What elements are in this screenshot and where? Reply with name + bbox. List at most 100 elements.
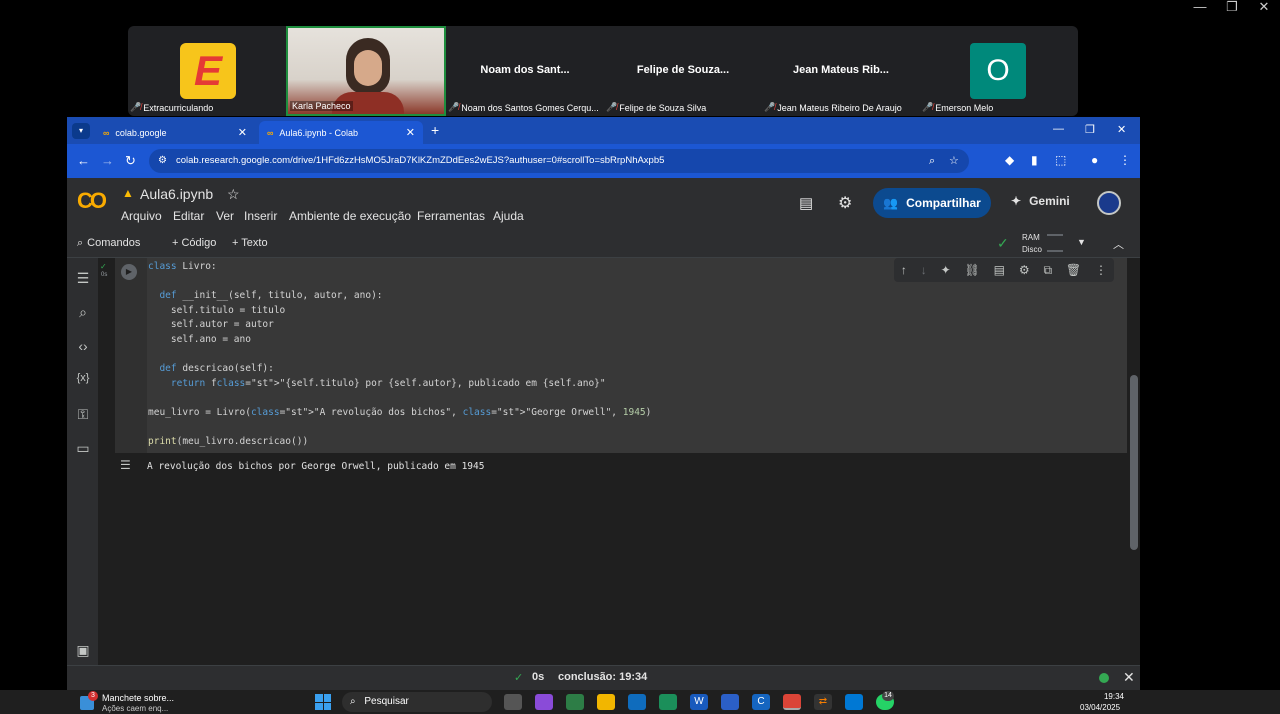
site-info-icon[interactable]: ⚙	[158, 149, 167, 173]
outlook-icon[interactable]	[628, 694, 646, 710]
word-icon[interactable]: W	[690, 694, 708, 710]
new-tab-button[interactable]: +	[431, 122, 439, 138]
delete-icon[interactable]: 🗑	[1066, 263, 1081, 277]
output-toggle-icon[interactable]: ☰	[120, 458, 131, 472]
menu-ajuda[interactable]: Ajuda	[493, 209, 524, 223]
participant-tile-active[interactable]: Karla Pacheco	[286, 26, 446, 116]
tab-colab-google[interactable]: ∞ colab.google ✕	[95, 121, 255, 144]
find-replace-icon[interactable]: ⌕	[74, 304, 92, 321]
terminal-icon[interactable]: ▣	[74, 642, 92, 659]
code-line[interactable]: self.titulo = titulo	[148, 304, 285, 318]
resource-indicator[interactable]: RAM Disco	[1022, 232, 1042, 256]
zoom-icon[interactable]: ⌕	[929, 149, 935, 173]
cell-settings-icon[interactable]: ⚙	[1019, 263, 1030, 277]
file-explorer-icon[interactable]	[597, 694, 615, 710]
mirror-cell-icon[interactable]: ⧉	[1043, 263, 1052, 278]
variables-icon[interactable]: {x}	[74, 372, 92, 384]
notebook-title[interactable]: Aula6.ipynb	[140, 186, 213, 202]
gemini-sparkle-icon[interactable]: ✦	[941, 263, 951, 277]
extension-icon[interactable]: ▮	[1031, 153, 1038, 167]
comments-icon[interactable]: ▤	[799, 194, 813, 212]
bookmark-star-icon[interactable]: ☆	[949, 149, 959, 173]
browser-close-button[interactable]: ✕	[1117, 123, 1126, 136]
code-line[interactable]: def __init__(self, titulo, autor, ano):	[148, 289, 382, 303]
move-down-icon[interactable]: ↓	[921, 263, 927, 277]
extension-icon[interactable]: ◆	[1005, 153, 1014, 167]
copilot-icon[interactable]	[535, 694, 553, 710]
code-editor[interactable]: class Livro: def __init__(self, titulo, …	[148, 258, 1127, 453]
vscode-icon[interactable]	[845, 694, 863, 710]
add-code-button[interactable]: + Código	[172, 237, 216, 249]
store-icon[interactable]	[566, 694, 584, 710]
code-line[interactable]: class Livro:	[148, 260, 217, 274]
outer-restore-button[interactable]: ❐	[1216, 0, 1248, 14]
edge-icon[interactable]	[659, 694, 677, 710]
browser-menu-icon[interactable]: ⋮	[1119, 153, 1131, 167]
files-folder-icon[interactable]: ▭	[74, 440, 92, 457]
menu-ambiente-de-execucao[interactable]: Ambiente de execução	[289, 209, 411, 223]
settings-gear-icon[interactable]: ⚙	[838, 193, 852, 213]
extensions-puzzle-icon[interactable]: ⬚	[1055, 153, 1066, 167]
share-button[interactable]: 👥 Compartilhar	[873, 188, 991, 218]
clock-time[interactable]: 19:34	[1100, 692, 1124, 701]
colab-logo[interactable]: CO	[77, 188, 107, 214]
profile-icon[interactable]: ●	[1091, 153, 1098, 167]
code-line[interactable]: def descricao(self):	[148, 362, 273, 376]
tab-close-icon[interactable]: ✕	[406, 126, 415, 139]
star-icon[interactable]: ☆	[227, 186, 240, 203]
app-icon[interactable]: ⇄	[814, 694, 832, 710]
browser-minimize-button[interactable]: —	[1053, 123, 1064, 135]
menu-ferramentas[interactable]: Ferramentas	[417, 209, 485, 223]
commands-button[interactable]: ⌕ Comandos	[77, 237, 140, 250]
url-input[interactable]: ⚙ colab.research.google.com/drive/1HFd6z…	[149, 149, 969, 173]
code-snippets-icon[interactable]: ‹›	[74, 338, 92, 354]
code-line[interactable]: self.autor = autor	[148, 318, 274, 332]
news-widget[interactable]: 3 Manchete sobre... Ações caem enq...	[80, 691, 180, 713]
more-options-icon[interactable]: ⋮	[1095, 263, 1107, 277]
code-line[interactable]: meu_livro = Livro(class="st">"A revoluçã…	[148, 406, 651, 420]
menu-inserir[interactable]: Inserir	[244, 209, 277, 223]
menu-arquivo[interactable]: Arquivo	[121, 209, 162, 223]
forward-arrow-icon[interactable]: →	[101, 153, 114, 168]
scrollbar[interactable]	[1130, 375, 1138, 550]
runtime-dropdown-icon[interactable]: ▼	[1077, 237, 1086, 247]
app-icon[interactable]	[721, 694, 739, 710]
participant-tile[interactable]: O 🎤̸ Emerson Melo	[920, 26, 1078, 116]
comment-icon[interactable]: ▤	[994, 263, 1005, 277]
tab-close-icon[interactable]: ✕	[238, 126, 247, 139]
secrets-key-icon[interactable]: ⚿	[74, 406, 92, 423]
participant-tile[interactable]: Felipe de Souza... 🎤̸ Felipe de Souza Sil…	[604, 26, 762, 116]
link-icon[interactable]: ⛓	[965, 263, 980, 277]
back-arrow-icon[interactable]: ←	[77, 153, 90, 168]
code-line[interactable]: return fclass="st">"{self.titulo} por {s…	[148, 377, 606, 391]
outer-minimize-button[interactable]: —	[1184, 0, 1216, 14]
menu-editar[interactable]: Editar	[173, 209, 204, 223]
add-text-button[interactable]: + Texto	[232, 237, 268, 249]
participant-tile[interactable]: Noam dos Sant... 🎤̸ Noam dos Santos Gomes…	[446, 26, 604, 116]
code-line[interactable]: print(meu_livro.descricao())	[148, 435, 308, 449]
reload-icon[interactable]: ↻	[125, 153, 136, 169]
tab-aula6[interactable]: ∞ Aula6.ipynb - Colab ✕	[259, 121, 423, 144]
chrome-icon[interactable]	[783, 694, 801, 710]
account-avatar[interactable]	[1097, 191, 1121, 215]
start-windows-icon[interactable]	[315, 694, 331, 710]
code-line[interactable]: self.ano = ano	[148, 333, 251, 347]
outer-close-button[interactable]: ✕	[1248, 0, 1280, 14]
code-cell[interactable]: ▶ class Livro: def __init__(self, titulo…	[115, 258, 1127, 453]
run-cell-button[interactable]: ▶	[121, 264, 137, 280]
search-box[interactable]: ⌕ Pesquisar	[342, 692, 492, 712]
tab-search-button[interactable]: ▾	[72, 123, 90, 139]
clock-date[interactable]: 03/04/2025	[1080, 703, 1120, 712]
app-icon[interactable]: C	[752, 694, 770, 710]
move-up-icon[interactable]: ↑	[901, 263, 907, 277]
participant-tile[interactable]: E 🎤̸ Extracurriculando	[128, 26, 286, 116]
browser-restore-button[interactable]: ❐	[1085, 123, 1095, 136]
gemini-button[interactable]: ✦ Gemini	[1011, 194, 1070, 208]
close-status-icon[interactable]: ✕	[1123, 669, 1135, 686]
taskbar: 3 Manchete sobre... Ações caem enq... ⌕ …	[0, 690, 1280, 714]
collapse-chevron-icon[interactable]: ︿	[1113, 236, 1124, 252]
table-of-contents-icon[interactable]: ☰	[74, 270, 92, 287]
task-view-icon[interactable]	[504, 694, 522, 710]
menu-ver[interactable]: Ver	[216, 209, 234, 223]
participant-tile[interactable]: Jean Mateus Rib... 🎤̸ Jean Mateus Ribeiro…	[762, 26, 920, 116]
